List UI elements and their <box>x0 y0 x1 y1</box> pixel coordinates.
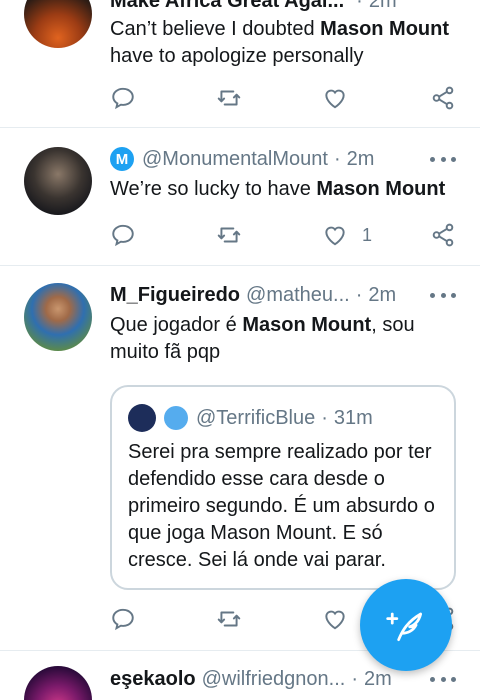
like-button[interactable] <box>322 604 348 634</box>
reply-button[interactable] <box>110 220 136 250</box>
retweet-button[interactable] <box>216 220 242 250</box>
share-button[interactable] <box>430 220 456 250</box>
avatar[interactable] <box>24 147 92 215</box>
blue-circle-icon <box>164 406 188 430</box>
timestamp[interactable]: 2m <box>368 284 396 307</box>
quoted-handle[interactable]: @TerrificBlue <box>196 407 315 430</box>
retweet-icon <box>217 611 241 627</box>
like-button[interactable]: 1 <box>322 220 372 250</box>
display-name[interactable]: eşekaolo <box>110 668 196 691</box>
user-handle[interactable]: @MonumentalMount <box>142 148 328 171</box>
avatar[interactable] <box>24 283 92 351</box>
tweet-text: Que jogador é Mason Mount, sou muito fã … <box>110 314 415 363</box>
user-handle[interactable]: @wilfriedgnon... <box>202 668 346 691</box>
avatar[interactable] <box>24 666 92 700</box>
retweet-button[interactable] <box>216 83 242 113</box>
heart-icon <box>325 89 345 109</box>
display-name[interactable]: M_Figueiredo <box>110 284 240 307</box>
timestamp[interactable]: 2m <box>364 668 392 691</box>
timestamp[interactable]: 2m <box>347 148 375 171</box>
quoted-text: Serei pra sempre realizado por ter defen… <box>128 441 435 571</box>
reply-icon <box>112 608 134 631</box>
retweet-icon <box>217 227 241 243</box>
user-handle[interactable]: @matheu... <box>246 284 350 307</box>
reply-icon <box>112 87 134 110</box>
heart-icon <box>325 226 345 246</box>
display-name[interactable]: Make Africa Great Agai... <box>110 0 344 13</box>
quoted-tweet[interactable]: @TerrificBlue · 31m Serei pra sempre rea… <box>110 385 456 590</box>
more-options-icon[interactable] <box>430 150 456 168</box>
share-icon <box>432 223 454 247</box>
tweet-text: Can’t believe I doubted Mason Mount have… <box>110 18 450 67</box>
separator: · <box>356 0 363 12</box>
more-options-icon[interactable] <box>430 286 456 304</box>
retweet-button[interactable] <box>216 604 242 634</box>
m-logo-icon: M <box>110 147 134 171</box>
separator: · <box>321 406 328 429</box>
reply-button[interactable] <box>110 83 136 113</box>
quoted-timestamp[interactable]: 31m <box>334 407 373 430</box>
reply-button[interactable] <box>110 604 136 634</box>
tweet-card[interactable]: Make Africa Great Agai... · 2m Can’t bel… <box>0 0 480 128</box>
avatar[interactable] <box>24 0 92 48</box>
tweet-card[interactable]: M @MonumentalMount · 2m We’re so lucky t… <box>0 128 480 266</box>
timestamp[interactable]: 2m <box>369 0 397 13</box>
reply-icon <box>112 224 134 247</box>
compose-tweet-icon <box>386 612 423 642</box>
share-button[interactable] <box>430 83 456 113</box>
separator: · <box>355 283 363 306</box>
separator: · <box>333 147 341 170</box>
quoted-avatar[interactable] <box>128 404 156 432</box>
compose-tweet-button[interactable] <box>360 579 452 671</box>
tweet-text: We’re so lucky to have Mason Mount <box>110 178 446 200</box>
separator: · <box>351 667 358 690</box>
like-button[interactable] <box>322 83 348 113</box>
more-options-icon[interactable] <box>430 670 456 688</box>
heart-icon <box>325 610 345 630</box>
like-count: 1 <box>362 224 373 245</box>
share-icon <box>432 86 454 110</box>
retweet-icon <box>217 90 241 106</box>
